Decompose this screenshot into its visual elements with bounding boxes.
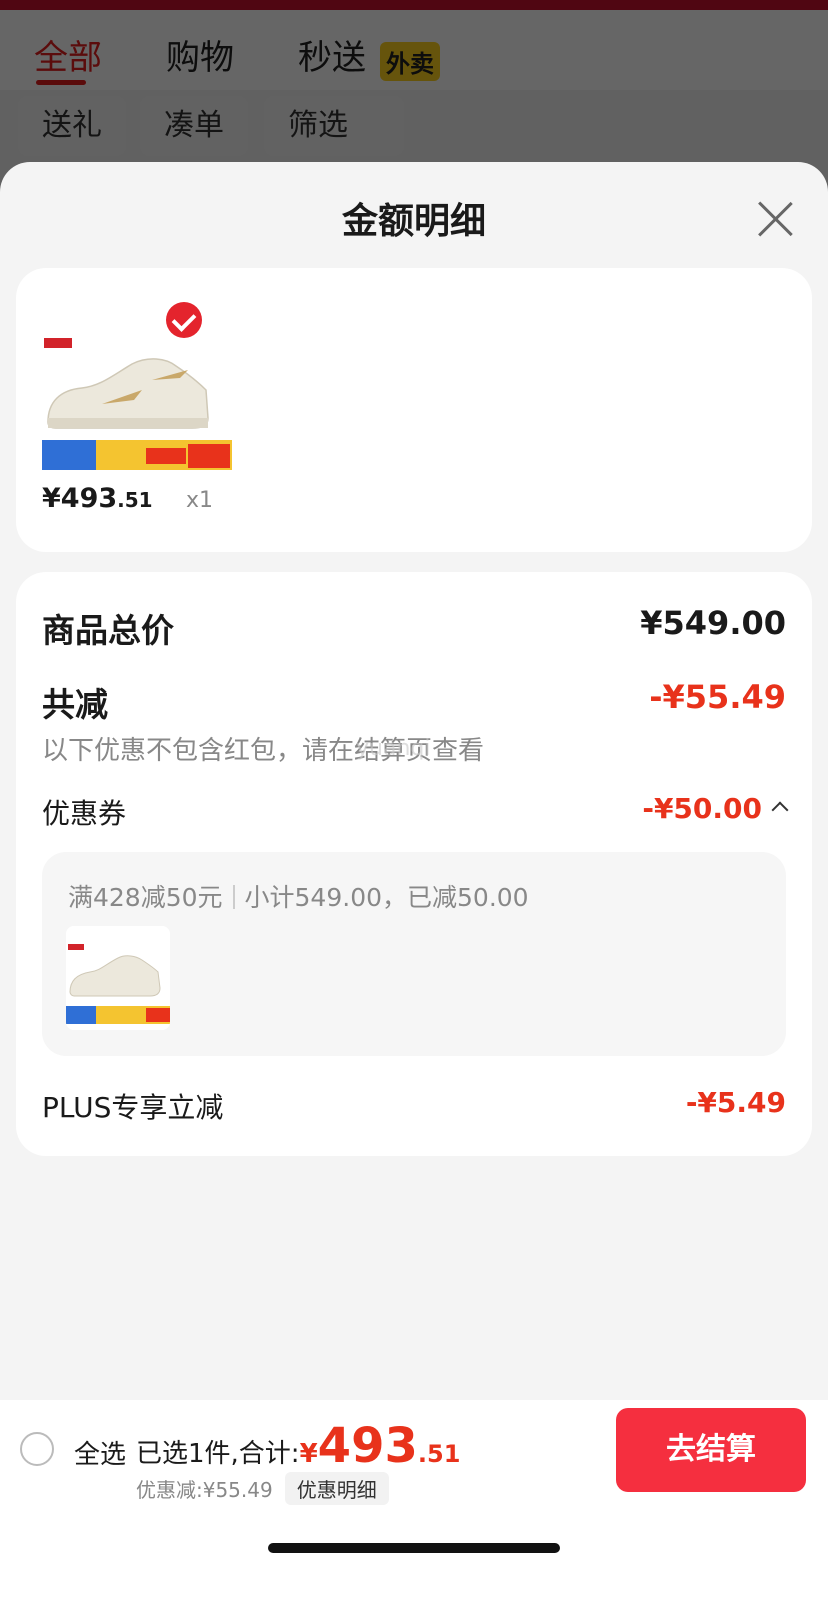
sneaker-image xyxy=(42,318,232,478)
discount-detail-button[interactable]: 优惠明细 xyxy=(284,1472,389,1505)
checkout-button[interactable]: 去结算 xyxy=(616,1408,806,1492)
selected-count-text: 已选1件,合计: xyxy=(136,1439,300,1469)
home-indicator xyxy=(268,1543,560,1553)
select-all-radio[interactable] xyxy=(20,1432,54,1466)
select-all-label[interactable]: 全选 xyxy=(74,1434,126,1471)
plus-discount-label: PLUS专享立减 xyxy=(42,1091,224,1124)
selected-check-icon[interactable] xyxy=(166,302,202,338)
plus-discount-value: -¥5.49 xyxy=(685,1086,786,1119)
amount-detail-sheet: 金额明细 ¥493.51 x1 商品总价 ¥549.00 共减 -¥55.49 … xyxy=(0,162,828,1600)
product-thumbnail[interactable] xyxy=(42,318,232,478)
chevron-up-icon xyxy=(771,801,789,819)
price-summary-card: 商品总价 ¥549.00 共减 -¥55.49 以下优惠不包含红包，请在结算页查… xyxy=(16,572,812,1156)
coupon-subtotal: 小计549.00，已减50.00 xyxy=(244,883,529,912)
total-reduce-value: -¥55.49 xyxy=(649,678,786,716)
total-amount-dec: .51 xyxy=(417,1440,461,1468)
selected-summary: 已选1件,合计:¥493.51 xyxy=(136,1418,460,1474)
watermark: yuanqi xyxy=(356,736,431,761)
coupon-rule: 满428减50元 xyxy=(68,883,223,912)
coupon-label: 优惠券 xyxy=(42,797,127,830)
discount-amount: 优惠减:¥55.49 xyxy=(136,1478,273,1502)
checkout-bar: 全选 已选1件,合计:¥493.51 优惠减:¥55.49 优惠明细 去结算 xyxy=(0,1400,828,1600)
product-price-dec: .51 xyxy=(117,488,153,512)
total-amount-int: 493 xyxy=(317,1418,418,1474)
coupon-toggle[interactable]: -¥50.00 xyxy=(642,792,789,825)
divider xyxy=(232,885,235,909)
product-quantity: x1 xyxy=(186,488,214,513)
coupon-detail-box: 满428减50元 小计549.00，已减50.00 xyxy=(42,852,786,1056)
discount-summary: 优惠减:¥55.49 优惠明细 xyxy=(136,1472,389,1505)
close-icon[interactable] xyxy=(754,198,796,240)
total-reduce-label: 共减 xyxy=(42,685,108,724)
product-price-int: ¥493 xyxy=(42,483,118,514)
product-card: ¥493.51 x1 xyxy=(16,268,812,552)
sneaker-image xyxy=(66,926,170,1030)
product-price: ¥493.51 xyxy=(42,483,153,514)
coupon-value: -¥50.00 xyxy=(642,792,762,825)
sheet-title: 金额明细 xyxy=(341,201,486,242)
total-price-label: 商品总价 xyxy=(42,611,174,650)
total-currency: ¥ xyxy=(299,1439,318,1469)
coupon-detail-text: 满428减50元 小计549.00，已减50.00 xyxy=(68,878,529,914)
coupon-product-thumbnail[interactable] xyxy=(66,926,170,1030)
total-price-value: ¥549.00 xyxy=(640,604,786,642)
